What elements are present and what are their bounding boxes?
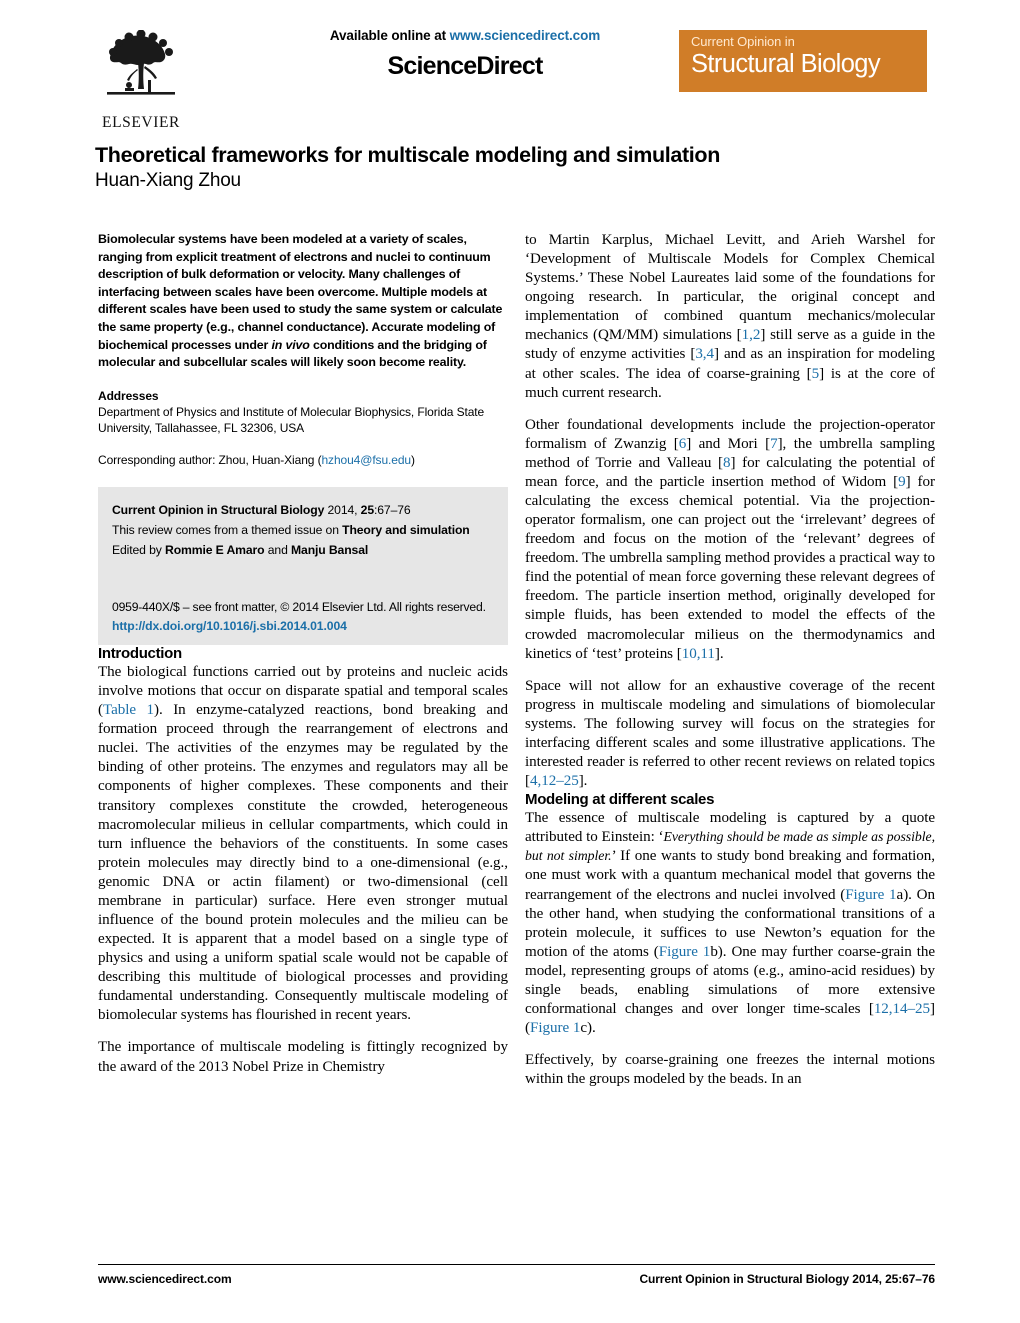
footer-pages: :67–76 — [898, 1272, 935, 1286]
corresponding-prefix: Corresponding author: Zhou, Huan-Xiang ( — [98, 452, 322, 467]
citation-themed-line: This review comes from a themed issue on… — [112, 521, 494, 541]
title-area: Theoretical frameworks for multiscale mo… — [95, 143, 930, 192]
page-footer: www.sciencedirect.com Current Opinion in… — [98, 1264, 935, 1286]
citation-volume: 25 — [360, 502, 374, 517]
figure-1c-reference[interactable]: Figure 1 — [530, 1020, 580, 1036]
citation-ref-9[interactable]: 9 — [898, 474, 906, 490]
footer-journal-citation: Current Opinion in Structural Biology 20… — [639, 1272, 935, 1286]
abstract-part1: Biomolecular systems have been modeled a… — [98, 232, 503, 352]
figure-1b-reference[interactable]: Figure 1 — [659, 944, 711, 960]
table-1-reference[interactable]: Table 1 — [103, 702, 154, 718]
front-matter-line: 0959-440X/$ – see front matter, © 2014 E… — [112, 599, 486, 614]
footer-volume: 25 — [885, 1272, 899, 1286]
citation-ref-12-14-25[interactable]: 12,14–25 — [874, 1001, 930, 1017]
introduction-heading: Introduction — [98, 644, 182, 662]
citation-ref-7[interactable]: 7 — [770, 436, 778, 452]
sciencedirect-link[interactable]: www.sciencedirect.com — [450, 28, 601, 43]
rp2-f: ]. — [714, 645, 724, 662]
citation-ref-5[interactable]: 5 — [812, 366, 820, 382]
rp3-b: ]. — [578, 773, 588, 790]
citation-editor-1: Rommie E Amaro — [165, 542, 265, 557]
citation-edited-line: Edited by Rommie E Amaro and Manju Bansa… — [112, 541, 494, 561]
doi-link[interactable]: http://dx.doi.org/10.1016/j.sbi.2014.01.… — [112, 619, 496, 633]
citation-box: Current Opinion in Structural Biology 20… — [98, 486, 508, 645]
citation-themed-prefix: This review comes from a themed issue on — [112, 522, 343, 537]
citation-themed-issue: Theory and simulation — [342, 522, 470, 537]
rp4-f: c). — [580, 1020, 596, 1037]
citation-ref-1-2[interactable]: 1,2 — [742, 327, 761, 343]
article-author: Huan-Xiang Zhou — [95, 170, 241, 192]
sciencedirect-block: Available online at www.sciencedirect.co… — [255, 28, 675, 81]
available-online-prefix: Available online at — [329, 28, 450, 43]
abstract: Biomolecular systems have been modeled a… — [98, 231, 508, 372]
citation-ref-8[interactable]: 8 — [723, 455, 731, 471]
figure-1a-reference[interactable]: Figure 1 — [845, 887, 896, 903]
left-column: Biomolecular systems have been modeled a… — [98, 231, 508, 1077]
available-online-line: Available online at www.sciencedirect.co… — [255, 28, 675, 43]
sciencedirect-wordmark: ScienceDirect — [387, 52, 544, 80]
elsevier-tree-logo-icon — [107, 30, 175, 95]
citation-ref-3-4[interactable]: 3,4 — [695, 346, 714, 362]
right-paragraph-2: Other foundational developments include … — [525, 416, 935, 664]
citation-journal-name: Current Opinion in Structural Biology — [112, 502, 325, 517]
citation-year: 2014, — [324, 502, 361, 517]
citation-journal-line: Current Opinion in Structural Biology 20… — [112, 501, 494, 521]
citation-ref-4-12-25[interactable]: 4,12–25 — [530, 773, 579, 789]
footer-sciencedirect-url[interactable]: www.sciencedirect.com — [98, 1272, 232, 1286]
citation-ref-10-11[interactable]: 10,11 — [682, 646, 715, 662]
right-paragraph-3: Space will not allow for an exhaustive c… — [525, 677, 935, 791]
rp2-e: ] for calculating the excess chemical po… — [525, 473, 935, 662]
citation-pages: :67–76 — [374, 502, 411, 517]
article-page: ELSEVIER Available online at www.science… — [0, 0, 1020, 1323]
footer-journal-name: Current Opinion in Structural Biology — [639, 1272, 850, 1286]
citation-edited-conjunction: and — [264, 542, 291, 557]
citation-footer: 0959-440X/$ – see front matter, © 2014 E… — [112, 600, 496, 633]
journal-badge: Current Opinion in Structural Biology — [679, 30, 927, 92]
right-column: to Martin Karplus, Michael Levitt, and A… — [525, 231, 935, 1089]
intro-p1-b: ). In enzyme-catalyzed reactions, bond b… — [98, 702, 508, 1024]
corresponding-author: Corresponding author: Zhou, Huan-Xiang (… — [98, 453, 508, 467]
footer-year: 2014, — [849, 1272, 886, 1286]
corresponding-email-link[interactable]: hzhou4@fsu.edu — [321, 453, 411, 467]
corresponding-suffix: ) — [410, 452, 415, 467]
modeling-scales-heading: Modeling at different scales — [525, 791, 715, 809]
elsevier-logo: ELSEVIER — [95, 30, 187, 135]
citation-editor-2: Manju Bansal — [291, 542, 369, 557]
addresses-heading: Addresses — [98, 388, 159, 403]
right-paragraph-1: to Martin Karplus, Michael Levitt, and A… — [525, 231, 935, 403]
addresses-body: Department of Physics and Institute of M… — [98, 404, 485, 436]
journal-badge-line2: Structural Biology — [691, 49, 881, 78]
elsevier-wordmark: ELSEVIER — [102, 114, 180, 131]
abstract-italic: in vivo — [271, 337, 310, 352]
right-paragraph-5: Effectively, by coarse-graining one free… — [525, 1052, 935, 1088]
intro-paragraph-2: The importance of multiscale modeling is… — [98, 1039, 508, 1075]
masthead: ELSEVIER Available online at www.science… — [95, 28, 927, 133]
rp2-b: ] and Mori [ — [686, 435, 771, 452]
intro-paragraph-1: The biological functions carried out by … — [98, 663, 508, 1025]
citation-edited-prefix: Edited by — [112, 542, 166, 557]
right-paragraph-4: The essence of multiscale modeling is ca… — [525, 809, 935, 1038]
journal-badge-line1: Current Opinion in — [691, 34, 795, 49]
article-title: Theoretical frameworks for multiscale mo… — [95, 143, 720, 167]
